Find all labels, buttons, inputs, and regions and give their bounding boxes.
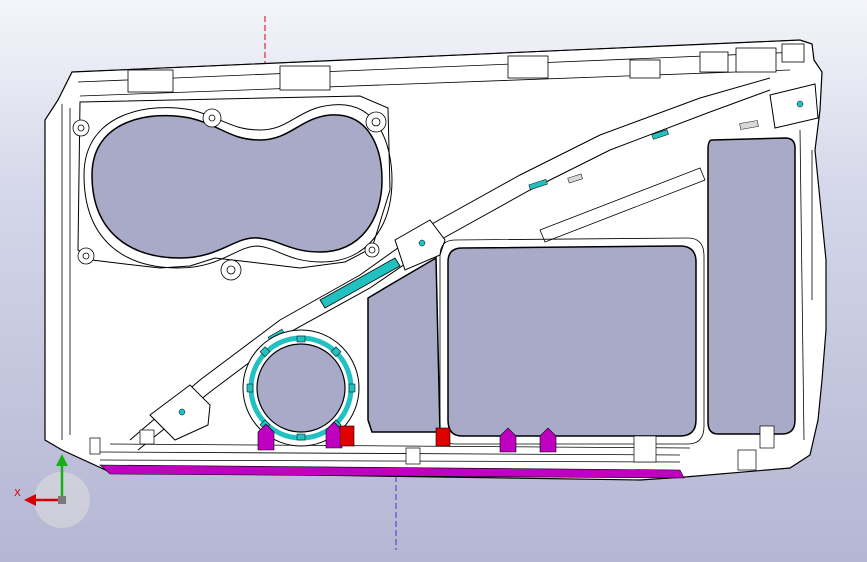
armrest-bracket-hole [418, 239, 426, 247]
triad-x-label: X [14, 488, 21, 499]
triad-origin [58, 496, 66, 504]
triad-y-arrowhead [56, 454, 68, 466]
triad-x-arrowhead [24, 494, 36, 506]
speaker-opening[interactable] [256, 343, 346, 433]
cupholder-opening[interactable] [91, 114, 383, 259]
cad-viewport[interactable]: X [0, 0, 867, 562]
lower-left-bracket-hole [178, 408, 186, 416]
right-cutout[interactable] [707, 137, 796, 435]
center-cutout[interactable] [447, 245, 697, 437]
door-trim-panel-model[interactable]: X [0, 0, 867, 562]
coordinate-triad: X [14, 454, 90, 528]
upper-right-bracket-hole [796, 100, 804, 108]
